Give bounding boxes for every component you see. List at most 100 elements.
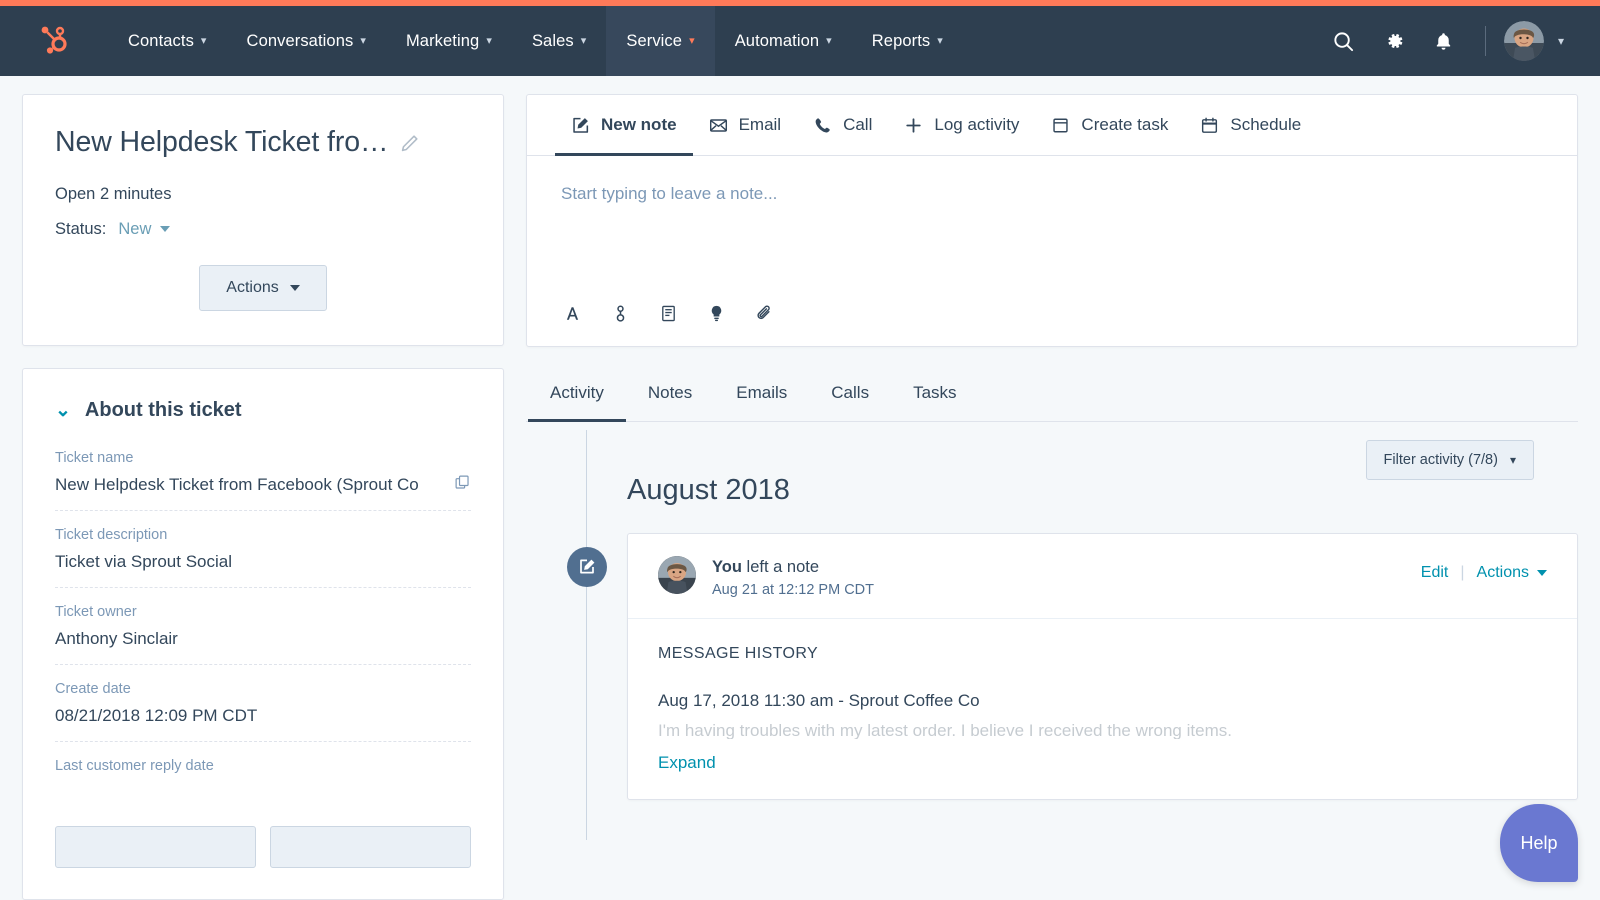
copy-icon[interactable] — [452, 474, 471, 495]
chevron-down-icon: ▾ — [360, 34, 366, 47]
edit-link[interactable]: Edit — [1421, 564, 1449, 582]
event-actions-menu[interactable]: Actions — [1477, 564, 1547, 582]
about-section-toggle[interactable]: ⌄ About this ticket — [55, 399, 471, 422]
chevron-down-icon: ▾ — [200, 34, 207, 47]
composer-tab-schedule[interactable]: Schedule — [1184, 95, 1317, 156]
note-pencil-icon[interactable] — [567, 547, 607, 587]
nav-item-sales[interactable]: Sales ▾ — [512, 6, 606, 76]
page-body: New Helpdesk Ticket fro… Open 2 minutes … — [0, 76, 1600, 900]
composer-tab-log-activity[interactable]: Log activity — [888, 95, 1035, 156]
event-title: You left a note — [712, 556, 1421, 578]
nav-label: Automation — [734, 31, 820, 50]
property-value-text: New Helpdesk Ticket from Facebook (Sprou… — [55, 474, 419, 494]
knowledge-lightbulb-icon[interactable] — [705, 302, 727, 324]
property-value[interactable]: 08/21/2018 12:09 PM CDT — [55, 706, 471, 726]
timeline-month-heading: August 2018 — [627, 474, 790, 506]
nav-item-contacts[interactable]: Contacts ▾ — [108, 6, 227, 76]
footer-button-left[interactable] — [55, 825, 256, 868]
help-button[interactable]: Help — [1500, 804, 1578, 882]
chevron-down-icon: ▾ — [937, 34, 943, 47]
ticket-title-row: New Helpdesk Ticket fro… — [55, 125, 471, 161]
property-label: Create date — [55, 680, 131, 697]
left-sidebar: New Helpdesk Ticket fro… Open 2 minutes … — [22, 94, 504, 900]
nav-label: Service — [626, 31, 683, 50]
property-label: Last customer reply date — [55, 757, 214, 774]
nav-item-conversations[interactable]: Conversations ▾ — [227, 6, 386, 76]
composer-tab-label: Email — [738, 115, 782, 134]
primary-nav-items: Contacts ▾ Conversations ▾ Marketing ▾ S… — [108, 6, 963, 76]
composer-tab-create-task[interactable]: Create task — [1035, 95, 1184, 156]
activity-composer: New note Email Call Log activity Create … — [526, 94, 1578, 347]
property-last-customer-reply-date: Last customer reply date — [55, 758, 471, 800]
footer-button-right[interactable] — [270, 825, 471, 868]
composer-tab-label: Schedule — [1230, 115, 1302, 134]
event-header: You left a note Aug 21 at 12:12 PM CDT E… — [628, 534, 1577, 620]
status-dropdown[interactable]: New — [118, 220, 171, 239]
note-editor-body[interactable]: Start typing to leave a note... — [527, 156, 1577, 286]
composer-tab-email[interactable]: Email — [693, 95, 798, 156]
chevron-down-icon — [1537, 570, 1547, 576]
tab-tasks[interactable]: Tasks — [891, 369, 978, 422]
document-template-icon[interactable] — [657, 302, 679, 324]
nav-utility-group: ▾ — [1321, 6, 1600, 76]
composer-tab-new-note[interactable]: New note — [555, 95, 693, 156]
activity-tab-list: Activity Notes Emails Calls Tasks — [526, 369, 1578, 422]
help-button-label: Help — [1520, 832, 1558, 853]
chevron-down-icon: ▾ — [1557, 34, 1564, 48]
chevron-down-icon — [289, 284, 300, 291]
event-actions-label: Actions — [1476, 564, 1529, 581]
composer-tab-list: New note Email Call Log activity Create … — [527, 95, 1577, 156]
pencil-icon[interactable] — [398, 133, 420, 160]
composer-tab-label: Create task — [1081, 115, 1169, 134]
composer-tab-label: New note — [601, 115, 677, 134]
property-label: Ticket name — [55, 449, 134, 466]
filter-activity-label: Filter activity (7/8) — [1383, 452, 1498, 468]
calendar-icon — [1200, 116, 1219, 135]
chevron-down-icon — [160, 226, 171, 233]
property-value[interactable]: Anthony Sinclair — [55, 629, 471, 649]
ticket-actions-button[interactable]: Actions — [199, 264, 327, 311]
nav-item-reports[interactable]: Reports ▾ — [852, 6, 963, 76]
property-create-date: Create date 08/21/2018 12:09 PM CDT — [55, 681, 471, 742]
nav-item-service[interactable]: Service ▾ — [606, 6, 715, 76]
status-label: Status: — [55, 219, 107, 238]
composer-tab-call[interactable]: Call — [797, 95, 888, 156]
property-value[interactable] — [55, 783, 471, 785]
top-navigation-bar: Contacts ▾ Conversations ▾ Marketing ▾ S… — [0, 6, 1600, 76]
composer-tab-label: Call — [843, 115, 873, 134]
task-card-icon — [1051, 116, 1070, 135]
tab-emails[interactable]: Emails — [714, 369, 809, 422]
ticket-open-duration: Open 2 minutes — [55, 184, 172, 203]
attachment-paperclip-icon[interactable] — [753, 302, 775, 324]
font-format-icon[interactable] — [561, 302, 583, 324]
search-icon[interactable] — [1321, 18, 1367, 64]
gear-icon[interactable] — [1371, 18, 1417, 64]
property-value[interactable]: New Helpdesk Ticket from Facebook (Sprou… — [55, 474, 471, 495]
message-header: Aug 17, 2018 11:30 am - Sprout Coffee Co — [658, 691, 980, 711]
insert-contact-icon[interactable] — [609, 302, 631, 324]
activity-feed: Filter activity (7/8) ▾ August 2018 You … — [526, 422, 1578, 900]
avatar-image — [658, 556, 696, 594]
property-value[interactable]: Ticket via Sprout Social — [55, 552, 471, 572]
property-ticket-name: Ticket name New Helpdesk Ticket from Fac… — [55, 450, 471, 511]
bell-icon[interactable] — [1421, 18, 1467, 64]
about-section-title: About this ticket — [84, 398, 242, 421]
ticket-actions-row: Actions — [55, 264, 471, 311]
note-pencil-icon — [571, 116, 590, 135]
property-ticket-description: Ticket description Ticket via Sprout Soc… — [55, 527, 471, 588]
about-ticket-card: ⌄ About this ticket Ticket name New Help… — [22, 367, 504, 900]
ticket-status-row: Status: New — [55, 220, 471, 239]
tab-activity[interactable]: Activity — [528, 369, 626, 422]
tab-calls[interactable]: Calls — [809, 369, 891, 422]
main-content: New note Email Call Log activity Create … — [526, 94, 1578, 900]
nav-item-automation[interactable]: Automation ▾ — [715, 6, 852, 76]
chevron-down-icon: ▾ — [689, 34, 695, 47]
actions-button-label: Actions — [226, 278, 279, 296]
hubspot-logo-button[interactable] — [0, 6, 108, 76]
expand-link[interactable]: Expand — [658, 739, 716, 799]
ticket-summary-card: New Helpdesk Ticket fro… Open 2 minutes … — [22, 94, 504, 346]
message-history-label: MESSAGE HISTORY — [658, 645, 819, 663]
tab-notes[interactable]: Notes — [626, 369, 714, 422]
account-menu-button[interactable]: ▾ — [1503, 21, 1564, 61]
nav-item-marketing[interactable]: Marketing ▾ — [386, 6, 512, 76]
